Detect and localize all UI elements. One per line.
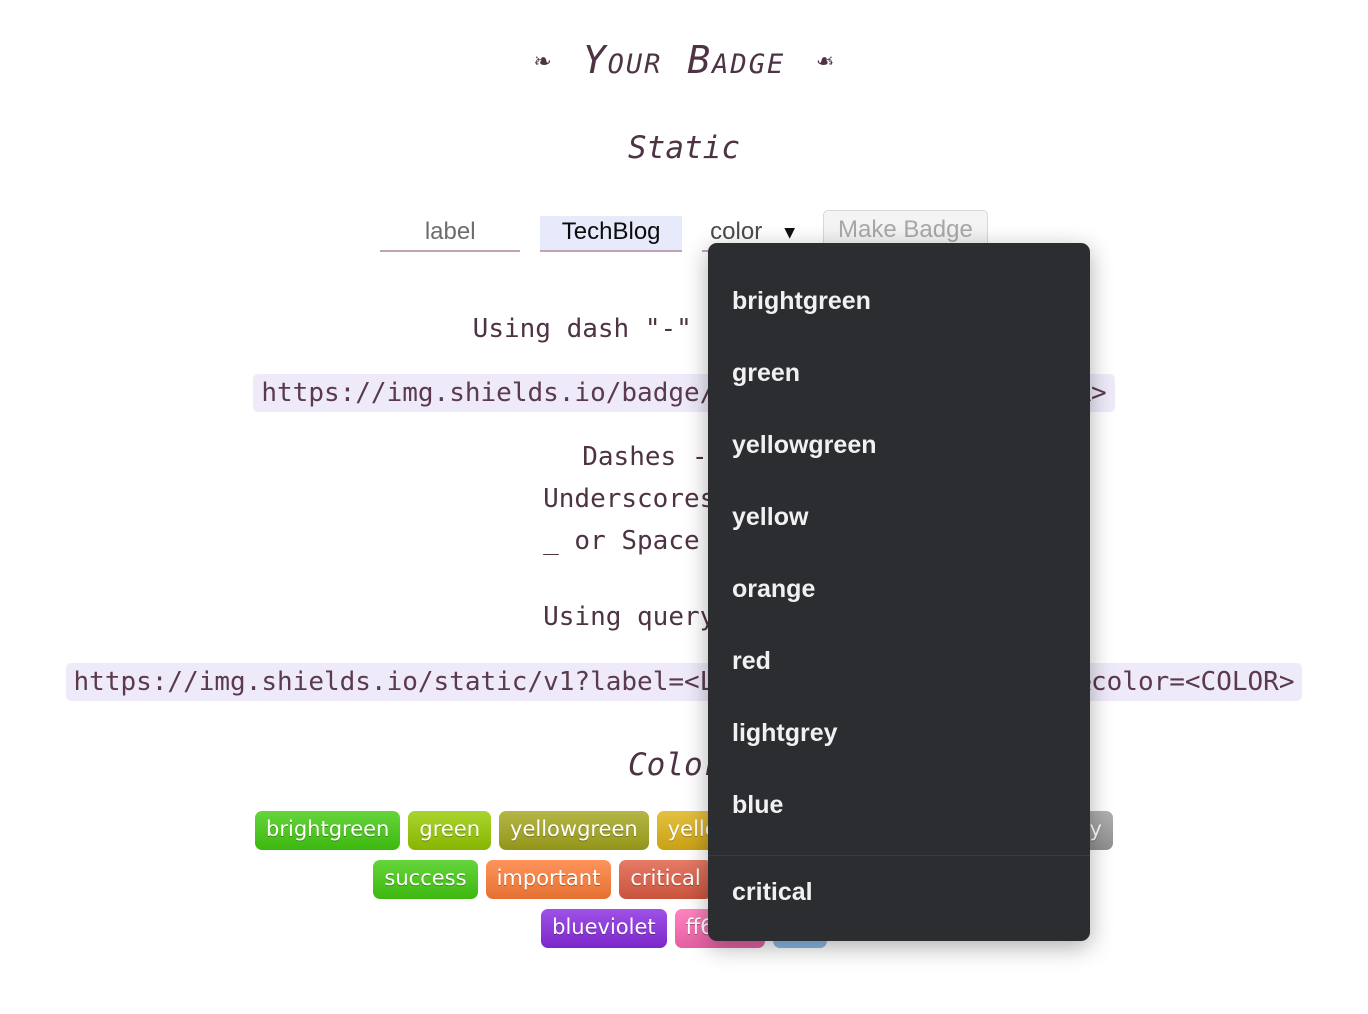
rule-dashes: Dashes -- → -	[582, 442, 786, 473]
static-section-heading: Static	[628, 130, 740, 166]
color-badge-row: bluevioletff69b49cf	[0, 908, 1368, 948]
message-input[interactable]	[540, 216, 683, 252]
color-dropdown-list: brightgreen green yellowgreen yellow orange r…	[708, 243, 1090, 928]
colors-section-heading: Colors	[628, 746, 740, 783]
rule-underscores: Underscores __ → _	[543, 484, 825, 515]
color-select-value: color	[710, 218, 763, 245]
rule-space: _ or Space → Space	[543, 526, 825, 557]
color-badge[interactable]: success	[373, 859, 478, 899]
color-dropdown-item[interactable]: brightgreen	[708, 265, 1090, 337]
color-badge-row: successimportantcriticalinformationalina…	[0, 859, 1368, 899]
chevron-down-icon: ▼	[784, 222, 796, 243]
color-dropdown-item[interactable]: red	[708, 625, 1090, 697]
docs-block: Using dash "-" as separator https://img.…	[0, 308, 1368, 701]
color-badge[interactable]: brightgreen	[255, 810, 401, 850]
page-title: ❧ Your Badge ❧	[0, 0, 1368, 82]
color-badge-row: brightgreengreenyellowgreenyelloworanger…	[0, 810, 1368, 850]
badge-query-url[interactable]: https://img.shields.io/static/v1?label=<…	[65, 662, 1303, 701]
color-badge[interactable]: yellowgreen	[499, 810, 649, 850]
color-dropdown-item[interactable]: critical	[708, 855, 1090, 928]
query-string-line: Using query string	[543, 602, 825, 633]
page-title-text: Your Badge	[582, 38, 786, 82]
label-input[interactable]	[380, 216, 521, 252]
color-dropdown-item[interactable]: lightgrey	[708, 697, 1090, 769]
dash-separator-line: Using dash "-" as separator	[472, 314, 896, 344]
color-badge[interactable]: green	[408, 810, 492, 850]
badge-form: color ▼ Make Badge	[0, 210, 1368, 252]
color-dropdown-item[interactable]: blue	[708, 769, 1090, 841]
color-badge[interactable]: blueviolet	[541, 908, 667, 948]
color-badge-list: brightgreengreenyellowgreenyelloworanger…	[0, 810, 1368, 948]
color-dropdown-item[interactable]: green	[708, 337, 1090, 409]
color-dropdown-item[interactable]: yellowgreen	[708, 409, 1090, 481]
color-dropdown-item[interactable]: orange	[708, 553, 1090, 625]
fleuron-ornament-right: ❧	[815, 44, 834, 76]
color-dropdown-panel[interactable]: brightgreen green yellowgreen yellow orange r…	[708, 243, 1090, 941]
color-badge[interactable]: critical	[619, 859, 712, 899]
fleuron-ornament-left: ❧	[534, 44, 553, 76]
color-badge[interactable]: important	[485, 859, 612, 899]
color-dropdown-item[interactable]: yellow	[708, 481, 1090, 553]
